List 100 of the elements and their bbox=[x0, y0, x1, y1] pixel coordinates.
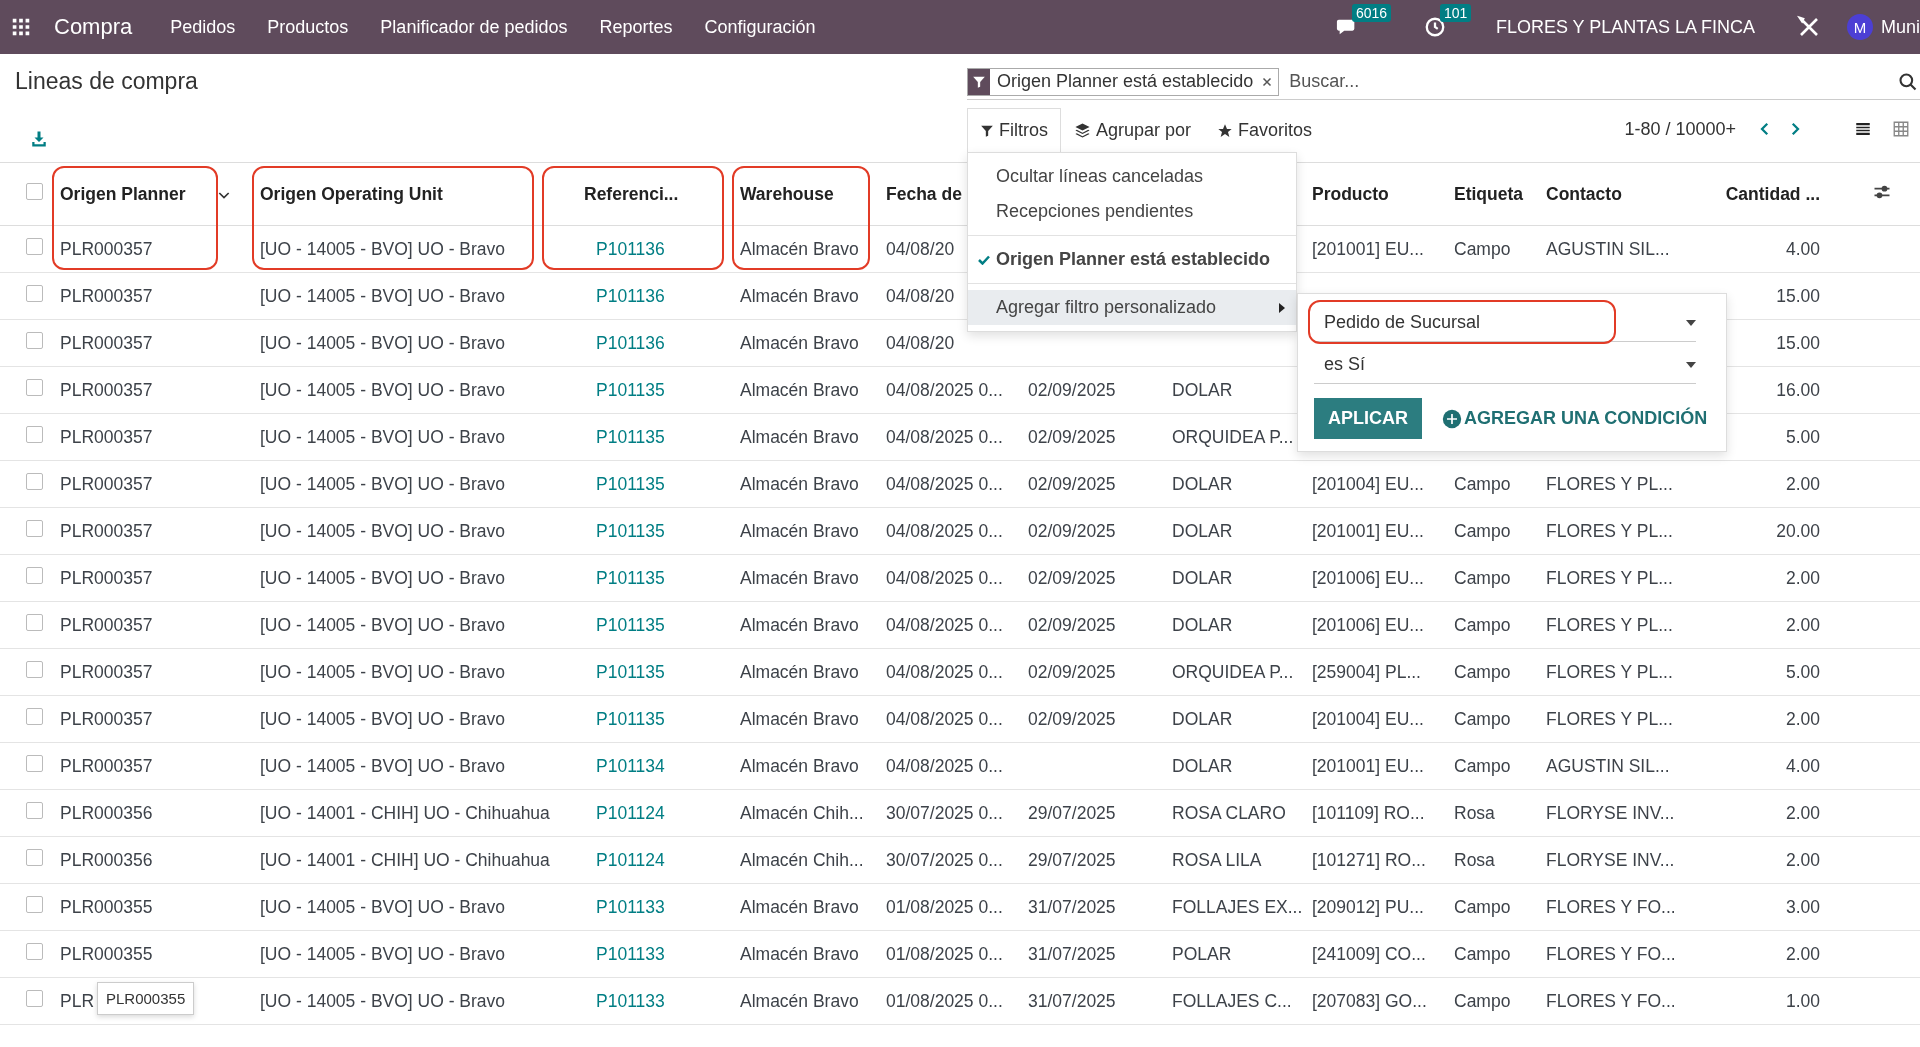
table-cell: PLR000357 bbox=[60, 661, 153, 682]
table-cell: DOLAR bbox=[1172, 755, 1233, 776]
row-checkbox[interactable] bbox=[26, 567, 43, 584]
table-cell: 4.00 bbox=[1785, 755, 1820, 776]
reference-link[interactable]: P101135 bbox=[596, 567, 665, 588]
reference-link[interactable]: P101135 bbox=[596, 520, 665, 541]
table-cell: 01/08/2025 0... bbox=[886, 896, 1003, 917]
filter-facet[interactable]: Origen Planner está establecido bbox=[967, 67, 1280, 96]
row-checkbox[interactable] bbox=[26, 943, 43, 960]
field-select[interactable]: Pedido de Sucursal bbox=[1314, 304, 1696, 342]
apply-button[interactable]: APLICAR bbox=[1314, 398, 1422, 439]
row-checkbox[interactable] bbox=[26, 426, 43, 443]
table-cell: PLR000357 bbox=[60, 755, 153, 776]
table-cell: PLR000357 bbox=[60, 567, 153, 588]
reference-link[interactable]: P101124 bbox=[596, 849, 665, 870]
table-cell: 5.00 bbox=[1785, 661, 1820, 682]
table-cell: 15.00 bbox=[1776, 285, 1820, 306]
table-cell: Campo bbox=[1454, 990, 1511, 1011]
reference-link[interactable]: P101135 bbox=[596, 661, 665, 682]
column-header[interactable]: Origen Operating Unit bbox=[260, 183, 443, 204]
reference-link[interactable]: P101136 bbox=[596, 332, 665, 353]
table-cell: [UO - 14005 - BVO] UO - Bravo bbox=[260, 285, 506, 306]
close-icon[interactable] bbox=[1261, 75, 1274, 88]
reference-link[interactable]: P101133 bbox=[596, 943, 665, 964]
reference-link[interactable]: P101135 bbox=[596, 426, 665, 447]
menu-item[interactable]: Productos bbox=[267, 16, 349, 38]
apps-grid-icon[interactable] bbox=[10, 16, 32, 38]
pager-range[interactable]: 1-80 / 10000+ bbox=[1624, 119, 1736, 140]
reference-link[interactable]: P101134 bbox=[596, 755, 665, 776]
reference-link[interactable]: P101135 bbox=[596, 473, 665, 494]
company-name[interactable]: FLORES Y PLANTAS LA FINCA bbox=[1495, 16, 1755, 38]
column-header[interactable]: Producto bbox=[1312, 183, 1389, 204]
row-checkbox[interactable] bbox=[26, 285, 43, 302]
table-cell: 31/07/2025 bbox=[1028, 990, 1116, 1011]
tooltip: PLR000355 bbox=[97, 982, 195, 1015]
reference-link[interactable]: P101135 bbox=[596, 708, 665, 729]
row-checkbox[interactable] bbox=[26, 661, 43, 678]
column-header[interactable]: Fecha de bbox=[886, 183, 962, 204]
row-checkbox[interactable] bbox=[26, 896, 43, 913]
row-checkbox[interactable] bbox=[26, 520, 43, 537]
table-cell: [UO - 14005 - BVO] UO - Bravo bbox=[260, 614, 506, 635]
download-icon[interactable] bbox=[30, 130, 48, 148]
row-checkbox[interactable] bbox=[26, 802, 43, 819]
table-cell: DOLAR bbox=[1172, 708, 1233, 729]
column-header[interactable]: Etiqueta bbox=[1454, 183, 1524, 204]
table-cell: FLORES Y PL... bbox=[1546, 661, 1673, 682]
table-cell: [UO - 14005 - BVO] UO - Bravo bbox=[260, 332, 506, 353]
filter-option[interactable]: Ocultar líneas canceladas bbox=[968, 159, 1296, 194]
reference-link[interactable]: P101136 bbox=[596, 238, 665, 259]
table-cell: FLORES Y PL... bbox=[1546, 708, 1673, 729]
row-checkbox[interactable] bbox=[26, 473, 43, 490]
table-cell: Almacén Bravo bbox=[740, 661, 859, 682]
add-condition-button[interactable]: AGREGAR UNA CONDICIÓN bbox=[1442, 408, 1708, 429]
row-checkbox[interactable] bbox=[26, 238, 43, 255]
reference-link[interactable]: P101124 bbox=[596, 802, 665, 823]
column-header[interactable]: Referenci... bbox=[584, 183, 679, 204]
row-checkbox[interactable] bbox=[26, 379, 43, 396]
reference-link[interactable]: P101133 bbox=[596, 990, 665, 1011]
menu-item[interactable]: Pedidos bbox=[170, 16, 236, 38]
table-cell: [UO - 14005 - BVO] UO - Bravo bbox=[260, 990, 506, 1011]
search-tab[interactable]: Filtros bbox=[967, 108, 1061, 152]
column-header[interactable]: Contacto bbox=[1546, 183, 1622, 204]
table-cell: Almacén Bravo bbox=[740, 943, 859, 964]
table-cell: 04/08/20 bbox=[886, 285, 955, 306]
row-checkbox[interactable] bbox=[26, 755, 43, 772]
row-checkbox[interactable] bbox=[26, 708, 43, 725]
reference-link[interactable]: P101135 bbox=[596, 614, 665, 635]
table-cell: AGUSTIN SIL... bbox=[1546, 238, 1670, 259]
message-count-badge: 6016 bbox=[1351, 4, 1392, 22]
row-checkbox[interactable] bbox=[26, 849, 43, 866]
reference-link[interactable]: P101135 bbox=[596, 379, 665, 400]
column-header[interactable]: Warehouse bbox=[740, 183, 834, 204]
menu-item[interactable]: Reportes bbox=[599, 16, 673, 38]
column-header[interactable]: Origen Planner bbox=[60, 183, 186, 204]
table-cell: PLR000357 bbox=[60, 285, 153, 306]
filter-option[interactable]: Recepciones pendientes bbox=[968, 194, 1296, 229]
search-icon[interactable] bbox=[1898, 71, 1918, 92]
reference-link[interactable]: P101136 bbox=[596, 285, 665, 306]
row-checkbox[interactable] bbox=[26, 614, 43, 631]
column-header[interactable]: Cantidad ... bbox=[1725, 183, 1820, 204]
operator-select[interactable]: es Sí bbox=[1314, 346, 1696, 384]
menu-item[interactable]: Configuración bbox=[704, 16, 816, 38]
table-cell: PLR000357 bbox=[60, 238, 153, 259]
table-cell: Almacén Bravo bbox=[740, 990, 859, 1011]
reference-link[interactable]: P101133 bbox=[596, 896, 665, 917]
user-avatar[interactable]: M bbox=[1847, 14, 1873, 40]
menu-item[interactable]: Planificador de pedidos bbox=[380, 16, 568, 38]
select-all-checkbox[interactable] bbox=[26, 183, 43, 200]
row-checkbox[interactable] bbox=[26, 990, 43, 1007]
app-name[interactable]: Compra bbox=[54, 14, 133, 40]
row-checkbox[interactable] bbox=[26, 332, 43, 349]
table-cell: Almacén Bravo bbox=[740, 896, 859, 917]
table-cell: Almacén Bravo bbox=[740, 379, 859, 400]
user-name[interactable]: Muni bbox=[1881, 16, 1920, 38]
table-cell: 5.00 bbox=[1785, 426, 1820, 447]
filter-option[interactable]: Agregar filtro personalizado bbox=[968, 290, 1296, 325]
filter-option[interactable]: Origen Planner está establecido bbox=[968, 242, 1296, 277]
table-cell: 4.00 bbox=[1785, 238, 1820, 259]
clock-icon[interactable] bbox=[1423, 16, 1446, 38]
table-cell: 04/08/2025 0... bbox=[886, 614, 1003, 635]
